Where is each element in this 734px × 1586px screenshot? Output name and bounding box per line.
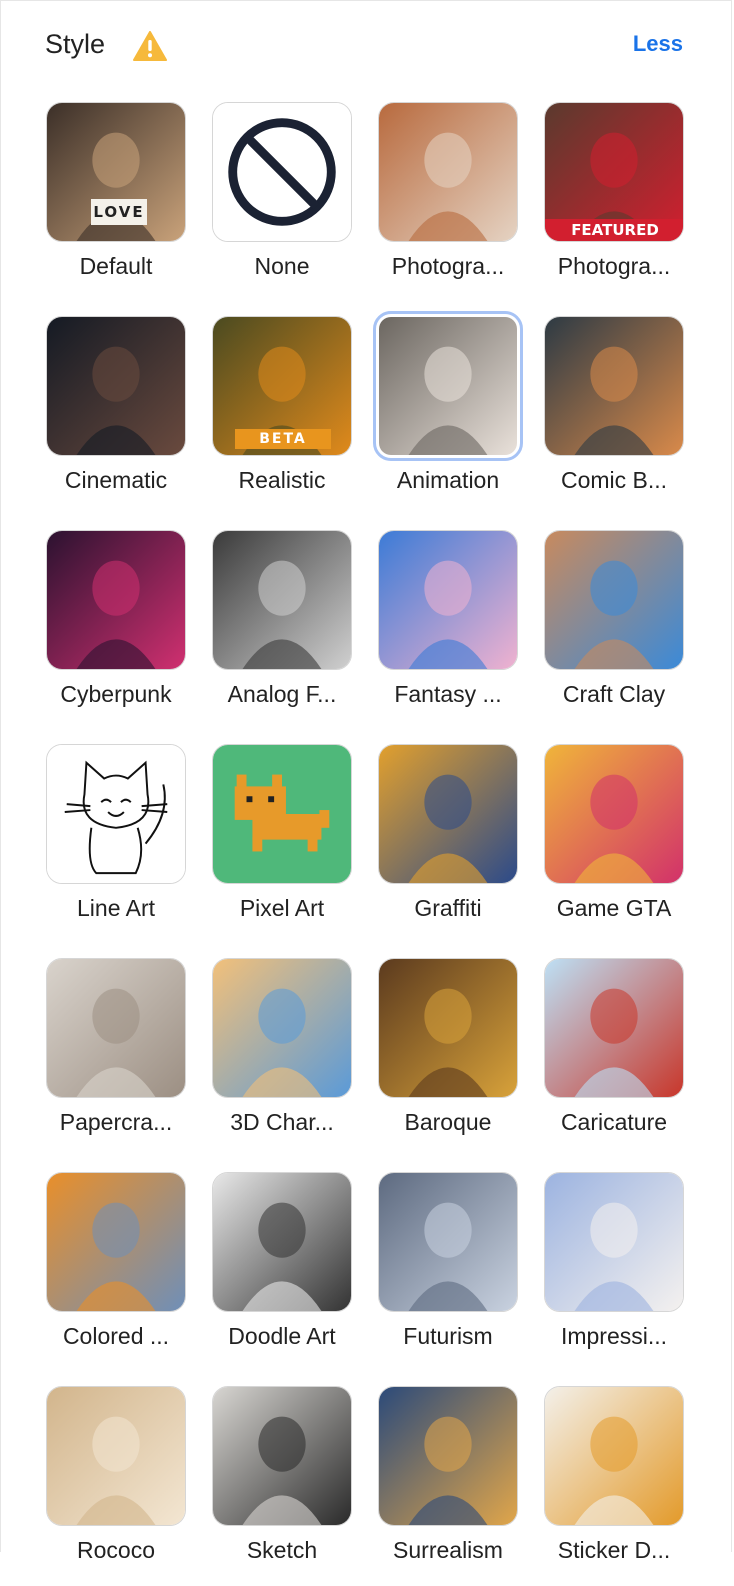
style-card-sticker-design-women[interactable]: Sticker D... [534, 1386, 700, 1586]
style-label: Craft Clay [562, 681, 666, 707]
style-label: Baroque [404, 1109, 492, 1135]
style-thumbnail [544, 1386, 684, 1526]
style-label: 3D Char... [230, 1109, 334, 1135]
style-card-sketch-rabbit[interactable]: Sketch [202, 1386, 368, 1586]
style-thumbnail [378, 1172, 518, 1312]
style-label: Fantasy ... [394, 681, 502, 707]
style-label: Animation [396, 467, 500, 493]
style-label: Photogra... [391, 253, 505, 279]
style-card-gta-style-woman[interactable]: Game GTA [534, 744, 700, 944]
style-thumbnail: LOVE [46, 102, 186, 242]
style-thumbnail [544, 958, 684, 1098]
beta-badge: BETA [235, 429, 331, 449]
style-label: Surrealism [393, 1537, 503, 1563]
style-label: Colored ... [62, 1323, 170, 1349]
style-thumbnail [212, 1172, 352, 1312]
style-card-girl-holding-love-sign[interactable]: LOVE Default [36, 102, 202, 302]
style-thumbnail [544, 530, 684, 670]
style-thumbnail [46, 744, 186, 884]
style-label: Realistic [238, 467, 326, 493]
style-label: Cinematic [64, 467, 168, 493]
style-header: Style Less [45, 27, 683, 67]
style-card-impressionist-snow[interactable]: Impressi... [534, 1172, 700, 1372]
prohibition-icon [212, 102, 352, 242]
style-thumbnail [378, 530, 518, 670]
style-card-graffiti-horse[interactable]: Graffiti [368, 744, 534, 944]
style-card-paper-craft-woman[interactable]: Papercra... [36, 958, 202, 1158]
style-label: Game GTA [556, 895, 672, 921]
style-card-fantasy-castle-clouds[interactable]: Fantasy ... [368, 530, 534, 730]
style-thumbnail [46, 1386, 186, 1526]
style-thumbnail [544, 316, 684, 456]
style-card-line-art-cat[interactable]: Line Art [36, 744, 202, 944]
style-card-cyberpunk-man-neon[interactable]: Cyberpunk [36, 530, 202, 730]
style-card-woman-portrait-featured[interactable]: FEATURED Photogra... [534, 102, 700, 302]
style-card-surreal-castle-rocks[interactable]: Surrealism [368, 1386, 534, 1586]
style-thumbnail [212, 958, 352, 1098]
style-card-woman-dark-cinematic[interactable]: Cinematic [36, 316, 202, 516]
style-label: Caricature [560, 1109, 668, 1135]
style-title: Style [45, 29, 106, 59]
style-thumbnail [544, 744, 684, 884]
style-card-clay-parrot[interactable]: Craft Clay [534, 530, 700, 730]
style-label: Analog F... [227, 681, 337, 707]
style-label: Pixel Art [239, 895, 325, 921]
style-card-pixel-cat[interactable]: Pixel Art [202, 744, 368, 944]
style-label: Rococo [77, 1537, 155, 1563]
style-thumbnail [373, 311, 523, 461]
style-card-3d-character-girl-street[interactable]: 3D Char... [202, 958, 368, 1158]
style-label: Graffiti [414, 895, 482, 921]
style-thumbnail [46, 1172, 186, 1312]
style-card-futuristic-interior[interactable]: Futurism [368, 1172, 534, 1372]
style-thumbnail: FEATURED [544, 102, 684, 242]
style-thumbnail [212, 744, 352, 884]
style-label: Papercra... [59, 1109, 173, 1135]
style-thumbnail [378, 958, 518, 1098]
style-label: Doodle Art [228, 1323, 336, 1349]
style-thumbnail: BETA [212, 316, 352, 456]
less-toggle-button[interactable]: Less [633, 31, 683, 57]
style-thumbnail [46, 958, 186, 1098]
style-thumbnail [544, 1172, 684, 1312]
style-label: Default [79, 253, 153, 279]
style-label: Futurism [403, 1323, 493, 1349]
style-card-baroque-lady-golden-dress[interactable]: Baroque [368, 958, 534, 1158]
style-label: Comic B... [560, 467, 668, 493]
warning-icon[interactable] [133, 31, 167, 61]
style-thumbnail [46, 530, 186, 670]
style-label: Photogra... [557, 253, 671, 279]
style-thumbnail [46, 316, 186, 456]
style-label: Cyberpunk [60, 681, 172, 707]
style-label: Impressi... [560, 1323, 668, 1349]
style-card-rococo-woman-portrait[interactable]: Rococo [36, 1386, 202, 1586]
style-card-prohibition-icon[interactable]: None [202, 102, 368, 302]
style-label: Sketch [246, 1537, 318, 1563]
style-card-caricature-woman-with-cars[interactable]: Caricature [534, 958, 700, 1158]
style-thumbnail [378, 744, 518, 884]
style-label: None [254, 253, 310, 279]
style-thumbnail [378, 1386, 518, 1526]
style-thumbnail [378, 102, 518, 242]
sign-text: LOVE [91, 199, 147, 225]
style-card-doodle-cat[interactable]: Doodle Art [202, 1172, 368, 1372]
style-card-black-and-white-woman-cafe[interactable]: Analog F... [202, 530, 368, 730]
style-thumbnail [212, 530, 352, 670]
featured-badge: FEATURED [545, 219, 683, 241]
style-thumbnail [212, 1386, 352, 1526]
style-card-corgi-on-sofa[interactable]: Photogra... [368, 102, 534, 302]
style-card-deer-in-forest-beta[interactable]: BETA Realistic [202, 316, 368, 516]
style-card-comic-woman-at-desk[interactable]: Comic B... [534, 316, 700, 516]
style-card-anime-girl-with-hat[interactable]: Animation [368, 311, 534, 516]
style-label: Line Art [77, 895, 155, 921]
style-label: Sticker D... [557, 1537, 671, 1563]
style-card-colored-pencil-woman[interactable]: Colored ... [36, 1172, 202, 1372]
style-panel: Style Less LOVE Default None Photogra...… [0, 0, 732, 1563]
